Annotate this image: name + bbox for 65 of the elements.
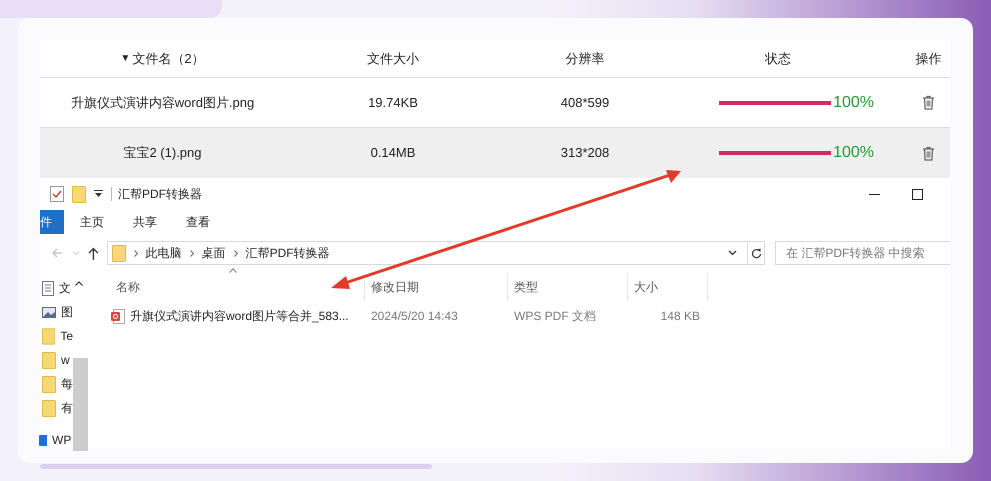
table-cell-text: 19.74KB: [368, 94, 418, 112]
table-cell-text: 0.14MB: [370, 144, 416, 162]
file-date: 2024/5/20 14:43: [371, 309, 458, 323]
nav-item[interactable]: 文: [40, 276, 73, 300]
refresh-button[interactable]: [748, 241, 766, 265]
column-header: 状态: [765, 50, 791, 68]
maximize-button[interactable]: [912, 188, 923, 200]
caret-icon[interactable]: [94, 190, 103, 198]
table-cell-text: 408*599: [560, 94, 610, 112]
properties-icon[interactable]: [50, 186, 64, 202]
folder-icon: [42, 400, 56, 416]
file-size: 148 KB: [660, 309, 700, 323]
ribbon-tab[interactable]: 查看: [184, 210, 223, 234]
table-cell-text: 宝宝2 (1).png: [123, 144, 202, 162]
column-header: 分辨率: [566, 50, 604, 68]
chevron-icon: [190, 250, 194, 256]
breadcrumb[interactable]: 汇帮PDF转换器: [246, 244, 330, 262]
folder-icon: [112, 244, 126, 262]
nav-item[interactable]: Te: [40, 324, 73, 348]
column-header[interactable]: 大小: [634, 278, 658, 296]
sort-icon[interactable]: [229, 268, 237, 273]
up-arrow-icon[interactable]: [88, 246, 99, 260]
collapse-icon[interactable]: [75, 281, 83, 286]
delete-button[interactable]: [922, 95, 935, 110]
sort-icon[interactable]: ▼: [120, 51, 130, 66]
delete-button[interactable]: [922, 146, 935, 160]
trash-icon: [922, 95, 935, 110]
column-header[interactable]: 名称: [116, 278, 140, 296]
scrollbar-thumb[interactable]: [73, 358, 88, 451]
column-header[interactable]: 类型: [514, 278, 538, 296]
column-header: 文件大小: [367, 50, 419, 68]
column-header[interactable]: 文件名（2）: [132, 48, 205, 68]
image-icon: [42, 306, 56, 318]
address-bar[interactable]: 此电脑 桌面 汇帮PDF转换器: [106, 241, 748, 265]
file-type: WPS PDF 文档: [514, 309, 596, 323]
ribbon-tab[interactable]: 共享: [131, 210, 170, 234]
file-tab[interactable]: 件: [40, 210, 64, 234]
folder-icon: [42, 376, 56, 392]
refresh-icon: [750, 248, 762, 258]
nav-item[interactable]: WP: [39, 428, 72, 452]
nav-item[interactable]: w: [40, 348, 73, 372]
breadcrumb[interactable]: 此电脑: [146, 244, 182, 262]
folder-icon: [42, 328, 56, 344]
pdf-file-icon: [111, 308, 125, 324]
ribbon-tab[interactable]: 主页: [78, 210, 117, 234]
progress-percent: 100%: [833, 143, 874, 163]
window-title: 汇帮PDF转换器: [118, 186, 202, 203]
cloud-drive-icon: [39, 434, 47, 446]
dropdown-icon[interactable]: [728, 250, 738, 256]
file-name[interactable]: 升旗仪式演讲内容word图片等合并_583...: [130, 307, 349, 325]
breadcrumb[interactable]: 桌面: [202, 244, 226, 262]
progress-percent: 100%: [833, 92, 874, 112]
trash-icon: [922, 146, 935, 160]
table-row[interactable]: 宝宝2 (1).png 0.14MB 313*208 100%: [40, 128, 950, 178]
nav-item[interactable]: 有: [40, 396, 73, 420]
table-cell-text: 升旗仪式演讲内容word图片.png: [70, 94, 254, 112]
table-cell-text: 313*208: [560, 144, 610, 162]
chevron-icon: [134, 250, 138, 256]
nav-item[interactable]: 每: [40, 372, 73, 396]
column-header: 操作: [916, 50, 942, 68]
folder-icon: [42, 352, 56, 368]
search-field[interactable]: 在 汇帮PDF转换器 中搜索: [775, 241, 950, 265]
column-header[interactable]: 修改日期: [371, 278, 419, 296]
nav-item[interactable]: 图: [40, 300, 73, 324]
chevron-icon: [234, 250, 238, 256]
